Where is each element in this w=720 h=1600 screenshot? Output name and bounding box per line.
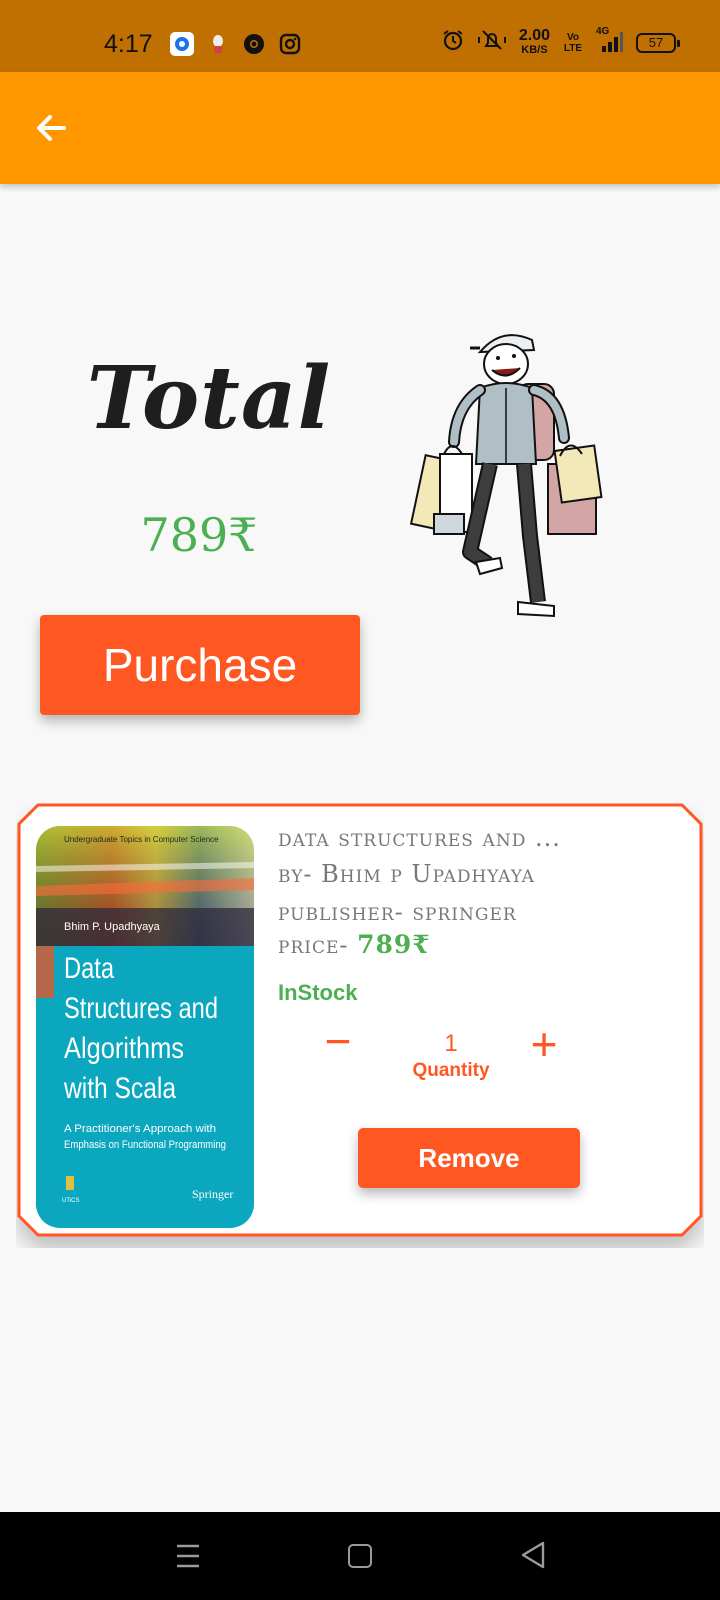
recent-apps-button[interactable] (176, 1542, 200, 1570)
cover-series: Undergraduate Topics in Computer Science (64, 835, 219, 844)
mute-vibrate-icon (477, 28, 507, 57)
network-speed-unit: KB/S (521, 43, 548, 56)
status-time: 4:17 (104, 30, 153, 58)
cover-publisher: Springer (192, 1187, 233, 1201)
increase-quantity-button[interactable]: + (522, 1021, 566, 1067)
cart-item-card[interactable]: Undergraduate Topics in Computer Science… (16, 802, 704, 1248)
alarm-icon (441, 28, 465, 57)
purchase-button[interactable]: Purchase (40, 615, 360, 715)
app-notification-icon (206, 32, 230, 56)
back-nav-button[interactable] (520, 1540, 546, 1570)
cover-title-line2: Structures and (64, 992, 218, 1025)
cell-signal-icon: 4G (596, 26, 624, 54)
system-status-icons: 2.00 KB/S Vo LTE 4G 57 (441, 26, 680, 57)
total-amount: 789₹ (140, 508, 258, 562)
battery-indicator: 57 (636, 32, 680, 53)
notification-icons (170, 32, 302, 56)
network-type-label: 4G (596, 25, 610, 37)
cover-title-line4: with Scala (63, 1072, 176, 1105)
chrome-icon (242, 32, 266, 56)
book-publisher: publisher- springer (278, 898, 517, 926)
cover-series-abbr: UTiCS (62, 1198, 79, 1204)
stock-status: InStock (278, 980, 358, 1005)
book-title: data structures and ... (278, 824, 561, 852)
network-speed-value: 2.00 (518, 26, 550, 44)
cover-title-line1: Data (64, 952, 114, 985)
menu-icon (177, 1544, 199, 1568)
signal-app-icon (170, 32, 194, 56)
cover-title-line3: Algorithms (64, 1032, 184, 1065)
instagram-icon (278, 32, 302, 56)
home-button[interactable] (348, 1544, 372, 1568)
quantity-label: Quantity (412, 1060, 490, 1081)
cover-subtitle-line1: A Practitioner's Approach with (64, 1123, 216, 1135)
book-price: 789₹ (357, 930, 431, 959)
system-navigation-bar (0, 1512, 720, 1600)
cover-author: Bhim P. Upadhyaya (64, 921, 161, 933)
back-button[interactable] (30, 108, 74, 148)
decrease-quantity-button[interactable]: − (316, 1018, 360, 1066)
volte-indicator: Vo LTE (563, 31, 583, 54)
triangle-back-icon (521, 1541, 545, 1569)
app-bar (0, 72, 720, 184)
total-title: Total (86, 348, 332, 449)
book-price-row: price- 789₹ (278, 930, 431, 959)
arrow-back-icon (37, 115, 66, 141)
network-speed: 2.00 KB/S (518, 26, 550, 57)
book-author: by- Bhim p Upadhyaya (278, 860, 535, 888)
book-price-label: price- (278, 931, 349, 959)
book-cover-image[interactable]: Undergraduate Topics in Computer Science… (36, 826, 254, 1228)
quantity-value: 1 (444, 1030, 458, 1057)
shopping-person-illustration (409, 326, 620, 636)
remove-button[interactable]: Remove (358, 1128, 580, 1188)
cover-subtitle-line2: Emphasis on Functional Programming (64, 1139, 226, 1151)
status-bar: 4:17 2.00 KB/S Vo LTE 4G 57 (0, 0, 720, 72)
